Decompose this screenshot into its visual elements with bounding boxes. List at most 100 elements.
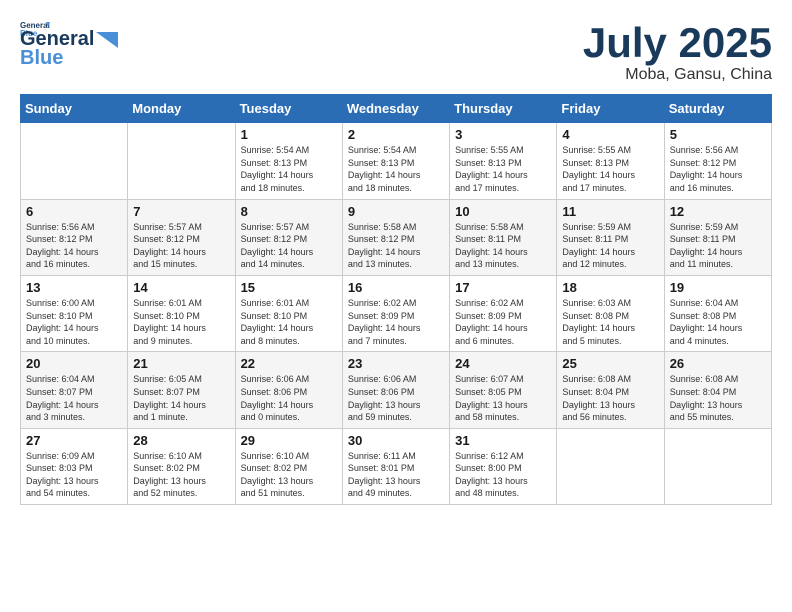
day-info: Sunrise: 6:04 AM Sunset: 8:08 PM Dayligh… [670,297,766,347]
day-number: 4 [562,127,658,142]
calendar-cell: 2 Sunrise: 5:54 AM Sunset: 8:13 PM Daylig… [342,123,449,199]
day-info: Sunrise: 6:08 AM Sunset: 8:04 PM Dayligh… [562,373,658,423]
day-info: Sunrise: 5:56 AM Sunset: 8:12 PM Dayligh… [26,221,122,271]
day-info: Sunrise: 6:02 AM Sunset: 8:09 PM Dayligh… [455,297,551,347]
day-info: Sunrise: 5:59 AM Sunset: 8:11 PM Dayligh… [562,221,658,271]
calendar-week-row: 27 Sunrise: 6:09 AM Sunset: 8:03 PM Dayli… [21,428,772,504]
day-info: Sunrise: 6:12 AM Sunset: 8:00 PM Dayligh… [455,450,551,500]
weekday-header: Sunday [21,95,128,123]
weekday-header: Wednesday [342,95,449,123]
day-number: 9 [348,204,444,219]
day-info: Sunrise: 6:00 AM Sunset: 8:10 PM Dayligh… [26,297,122,347]
day-info: Sunrise: 5:55 AM Sunset: 8:13 PM Dayligh… [562,144,658,194]
calendar-week-row: 13 Sunrise: 6:00 AM Sunset: 8:10 PM Dayli… [21,275,772,351]
calendar-cell: 12Sunrise: 5:59 AM Sunset: 8:11 PM Dayli… [664,199,771,275]
weekday-header: Saturday [664,95,771,123]
day-info: Sunrise: 6:10 AM Sunset: 8:02 PM Dayligh… [241,450,337,500]
day-number: 2 [348,127,444,142]
logo: General Blue General Blue [20,20,118,70]
calendar-table: SundayMondayTuesdayWednesdayThursdayFrid… [20,94,772,505]
day-info: Sunrise: 6:06 AM Sunset: 8:06 PM Dayligh… [241,373,337,423]
day-number: 16 [348,280,444,295]
day-number: 8 [241,204,337,219]
logo-blue: Blue [20,47,63,70]
day-info: Sunrise: 5:54 AM Sunset: 8:13 PM Dayligh… [348,144,444,194]
day-number: 13 [26,280,122,295]
day-number: 18 [562,280,658,295]
day-info: Sunrise: 5:55 AM Sunset: 8:13 PM Dayligh… [455,144,551,194]
calendar-cell: 15 Sunrise: 6:01 AM Sunset: 8:10 PM Dayli… [235,275,342,351]
calendar-cell: 11Sunrise: 5:59 AM Sunset: 8:11 PM Dayli… [557,199,664,275]
day-number: 3 [455,127,551,142]
day-number: 26 [670,356,766,371]
day-info: Sunrise: 6:05 AM Sunset: 8:07 PM Dayligh… [133,373,229,423]
calendar-header-row: SundayMondayTuesdayWednesdayThursdayFrid… [21,95,772,123]
day-number: 7 [133,204,229,219]
calendar-cell: 7 Sunrise: 5:57 AM Sunset: 8:12 PM Daylig… [128,199,235,275]
day-number: 29 [241,433,337,448]
weekday-header: Monday [128,95,235,123]
calendar-cell: 22 Sunrise: 6:06 AM Sunset: 8:06 PM Dayli… [235,352,342,428]
title-section: July 2025 Moba, Gansu, China [583,20,772,84]
day-number: 23 [348,356,444,371]
calendar-cell: 19 Sunrise: 6:04 AM Sunset: 8:08 PM Dayli… [664,275,771,351]
calendar-cell: 6Sunrise: 5:56 AM Sunset: 8:12 PM Daylig… [21,199,128,275]
day-info: Sunrise: 5:54 AM Sunset: 8:13 PM Dayligh… [241,144,337,194]
day-info: Sunrise: 6:08 AM Sunset: 8:04 PM Dayligh… [670,373,766,423]
day-info: Sunrise: 5:57 AM Sunset: 8:12 PM Dayligh… [241,221,337,271]
weekday-header: Tuesday [235,95,342,123]
day-number: 31 [455,433,551,448]
day-info: Sunrise: 5:58 AM Sunset: 8:11 PM Dayligh… [455,221,551,271]
day-number: 28 [133,433,229,448]
day-number: 19 [670,280,766,295]
calendar-cell: 3 Sunrise: 5:55 AM Sunset: 8:13 PM Daylig… [450,123,557,199]
location: Moba, Gansu, China [583,66,772,84]
calendar-week-row: 1Sunrise: 5:54 AM Sunset: 8:13 PM Daylig… [21,123,772,199]
calendar-week-row: 6Sunrise: 5:56 AM Sunset: 8:12 PM Daylig… [21,199,772,275]
day-number: 25 [562,356,658,371]
day-info: Sunrise: 6:09 AM Sunset: 8:03 PM Dayligh… [26,450,122,500]
calendar-cell: 24 Sunrise: 6:07 AM Sunset: 8:05 PM Dayli… [450,352,557,428]
day-info: Sunrise: 5:59 AM Sunset: 8:11 PM Dayligh… [670,221,766,271]
calendar-cell: 23 Sunrise: 6:06 AM Sunset: 8:06 PM Dayli… [342,352,449,428]
day-info: Sunrise: 6:01 AM Sunset: 8:10 PM Dayligh… [241,297,337,347]
calendar-cell: 28Sunrise: 6:10 AM Sunset: 8:02 PM Dayli… [128,428,235,504]
day-info: Sunrise: 6:06 AM Sunset: 8:06 PM Dayligh… [348,373,444,423]
day-number: 21 [133,356,229,371]
day-info: Sunrise: 6:11 AM Sunset: 8:01 PM Dayligh… [348,450,444,500]
calendar-cell: 9Sunrise: 5:58 AM Sunset: 8:12 PM Daylig… [342,199,449,275]
day-info: Sunrise: 6:07 AM Sunset: 8:05 PM Dayligh… [455,373,551,423]
day-info: Sunrise: 6:03 AM Sunset: 8:08 PM Dayligh… [562,297,658,347]
calendar-cell: 8 Sunrise: 5:57 AM Sunset: 8:12 PM Daylig… [235,199,342,275]
calendar-cell: 4 Sunrise: 5:55 AM Sunset: 8:13 PM Daylig… [557,123,664,199]
day-number: 15 [241,280,337,295]
calendar-cell [557,428,664,504]
day-info: Sunrise: 6:01 AM Sunset: 8:10 PM Dayligh… [133,297,229,347]
day-info: Sunrise: 5:57 AM Sunset: 8:12 PM Dayligh… [133,221,229,271]
day-number: 27 [26,433,122,448]
calendar-week-row: 20 Sunrise: 6:04 AM Sunset: 8:07 PM Dayli… [21,352,772,428]
day-number: 24 [455,356,551,371]
day-info: Sunrise: 6:04 AM Sunset: 8:07 PM Dayligh… [26,373,122,423]
calendar-cell: 26 Sunrise: 6:08 AM Sunset: 8:04 PM Dayli… [664,352,771,428]
day-number: 5 [670,127,766,142]
calendar-cell: 14Sunrise: 6:01 AM Sunset: 8:10 PM Dayli… [128,275,235,351]
weekday-header: Thursday [450,95,557,123]
calendar-cell [128,123,235,199]
day-number: 17 [455,280,551,295]
calendar-cell: 5Sunrise: 5:56 AM Sunset: 8:12 PM Daylig… [664,123,771,199]
weekday-header: Friday [557,95,664,123]
day-number: 22 [241,356,337,371]
logo-arrow-icon [96,32,118,48]
calendar-cell [21,123,128,199]
day-info: Sunrise: 6:02 AM Sunset: 8:09 PM Dayligh… [348,297,444,347]
calendar-cell: 29 Sunrise: 6:10 AM Sunset: 8:02 PM Dayli… [235,428,342,504]
calendar-cell: 16 Sunrise: 6:02 AM Sunset: 8:09 PM Dayli… [342,275,449,351]
calendar-cell: 17 Sunrise: 6:02 AM Sunset: 8:09 PM Dayli… [450,275,557,351]
page-header: General Blue General Blue July 2025 Moba… [20,20,772,84]
calendar-cell: 21 Sunrise: 6:05 AM Sunset: 8:07 PM Dayli… [128,352,235,428]
day-number: 20 [26,356,122,371]
calendar-cell: 25 Sunrise: 6:08 AM Sunset: 8:04 PM Dayli… [557,352,664,428]
calendar-cell: 30Sunrise: 6:11 AM Sunset: 8:01 PM Dayli… [342,428,449,504]
calendar-cell: 10Sunrise: 5:58 AM Sunset: 8:11 PM Dayli… [450,199,557,275]
